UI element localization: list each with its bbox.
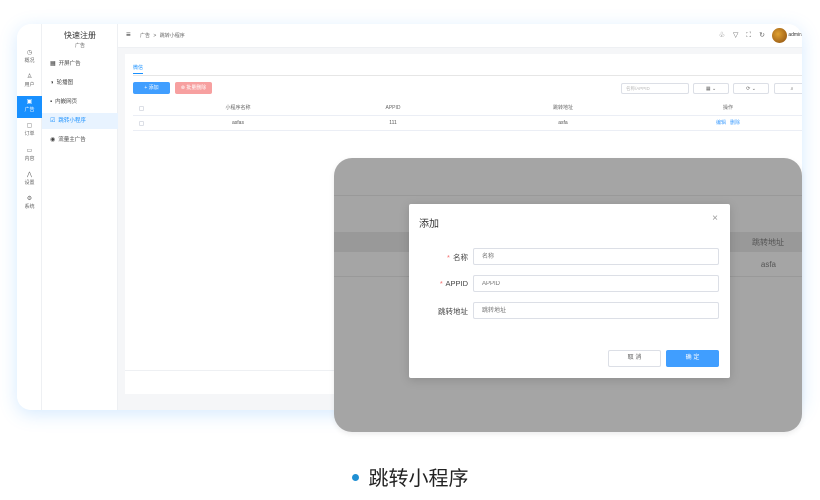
form-row-appid: * APPID [409, 275, 730, 293]
close-icon[interactable]: × [712, 213, 718, 224]
rail-item-orders[interactable]: ▢ 订单 [17, 123, 42, 141]
subnav-label: 开屏广告 [58, 61, 81, 67]
name-input[interactable] [473, 248, 719, 265]
gear-icon: ⚙ [26, 196, 33, 202]
rail-label: 用户 [24, 82, 35, 88]
rail-item-content[interactable]: ▭ 内容 [17, 148, 42, 166]
rail-label: 内容 [24, 156, 35, 162]
webpage-icon: ▪ [50, 99, 53, 105]
column-header: 操作 [722, 105, 733, 111]
tab-bar: 微信 [133, 64, 802, 76]
field-label: 跳转地址 [438, 306, 468, 317]
rail-label: 系统 [24, 204, 35, 210]
subnav-item-mini-program[interactable]: ☑ 跳转小程序 [42, 113, 118, 129]
breadcrumb-separator: > [153, 33, 157, 39]
rail-item-ads[interactable]: ▣ 广告 [17, 96, 42, 118]
menu-icon[interactable]: ≡ [126, 30, 131, 39]
target-icon: ◉ [50, 137, 56, 143]
toolbar-icons[interactable]: ♧ ▽ ⛶ ↻ [719, 31, 768, 40]
required-mark: * [439, 279, 443, 288]
delete-link[interactable]: 删除 [730, 120, 740, 126]
row-actions: 编辑 删除 [698, 116, 758, 131]
appid-input[interactable] [473, 275, 719, 292]
subnav-item-splash-ad[interactable]: ▦ 开屏广告 [42, 56, 118, 72]
cell-url: asfa [558, 120, 568, 126]
field-label-text: 跳转地址 [438, 307, 468, 316]
field-label-text: 名称 [453, 253, 468, 262]
breadcrumb-item[interactable]: 广告 [140, 33, 150, 39]
search-button[interactable]: ⌕ [774, 83, 802, 94]
column-header: APPID [385, 105, 401, 111]
add-button[interactable]: + 添加 [133, 82, 170, 94]
data-table: 小程序名称 APPID 跳转地址 操作 asfas 111 asfa 编辑 删除 [133, 101, 802, 131]
column-header: 小程序名称 [225, 105, 251, 111]
columns-button[interactable]: ▦ ⌄ [693, 83, 729, 94]
breadcrumb-item: 跳转小程序 [159, 33, 185, 39]
ghost-column-header: 跳转地址 [752, 238, 784, 247]
dialog-title: 添加 [419, 219, 439, 230]
field-label-text: APPID [445, 279, 468, 288]
tab-wechat[interactable]: 微信 [133, 64, 144, 74]
ghost-cell: asfa [760, 260, 776, 269]
form-row-name: * 名称 [409, 248, 730, 266]
rail-label: 设置 [24, 180, 35, 186]
subnav-item-traffic-ad[interactable]: ◉ 流量主广告 [42, 132, 118, 148]
section-title: 广告 [74, 43, 85, 49]
field-label: * APPID [440, 279, 468, 288]
ad-icon: ▣ [26, 99, 33, 105]
stage: ◷ 概况 ♙ 用户 ▣ 广告 ▢ 订单 ▭ 内容 ⋀ 设置 ⚙ 系统 快速注册 广告 ▦ 开屏广… [0, 0, 820, 500]
confirm-button[interactable]: 确 定 [666, 350, 719, 367]
url-input[interactable] [473, 302, 719, 319]
avatar[interactable] [772, 28, 787, 43]
carousel-icon: ◑ [50, 80, 54, 86]
modal-overlay: 跳转地址 asfa 添加 × * 名称 * APPID 跳转地址 取 消 确 定 [334, 158, 802, 432]
top-bar: ≡ 广告 > 跳转小程序 ♧ ▽ ⛶ ↻ admin [118, 24, 802, 48]
cell-appid: 111 [389, 120, 397, 126]
content-icon: ▭ [26, 148, 33, 154]
edit-link[interactable]: 编辑 [716, 120, 726, 126]
rail-label: 概况 [24, 58, 35, 64]
form-row-url: 跳转地址 [409, 302, 730, 320]
link-icon: ☑ [50, 118, 56, 124]
sub-navigation: 快速注册 广告 ▦ 开屏广告 ◑ 轮播图 ▪ 内嵌网页 ☑ 跳转小程序 ◉ 流量主广告 [42, 24, 118, 410]
subnav-label: 流量主广告 [58, 137, 86, 143]
rail-label: 广告 [24, 107, 35, 113]
username[interactable]: admin [788, 32, 802, 38]
subnav-label: 跳转小程序 [58, 118, 86, 124]
rail-item-system[interactable]: ⚙ 系统 [17, 196, 42, 214]
rail-item-settings[interactable]: ⋀ 设置 [17, 172, 42, 190]
cancel-button[interactable]: 取 消 [608, 350, 661, 367]
refresh-button[interactable]: ⟳ ⌄ [733, 83, 769, 94]
subnav-item-carousel[interactable]: ◑ 轮播图 [42, 75, 118, 91]
table-header: 小程序名称 APPID 跳转地址 操作 [133, 101, 802, 116]
divider [334, 195, 802, 196]
bullet-dot-icon [351, 474, 359, 482]
order-icon: ▢ [26, 123, 33, 129]
add-dialog: 添加 × * 名称 * APPID 跳转地址 取 消 确 定 [409, 204, 730, 378]
batch-delete-button[interactable]: ⊗ 批量删除 [175, 82, 212, 94]
brand-title: 快速注册 [64, 31, 96, 40]
rail-label: 订单 [24, 131, 35, 137]
breadcrumb: 广告 > 跳转小程序 [140, 32, 187, 39]
required-mark: * [446, 253, 450, 262]
subnav-item-webview[interactable]: ▪ 内嵌网页 [42, 94, 118, 110]
feature-caption: 跳转小程序 [0, 462, 820, 491]
settings-icon: ⋀ [27, 172, 32, 178]
rail-item-users[interactable]: ♙ 用户 [17, 74, 42, 92]
column-header: 跳转地址 [552, 105, 573, 111]
select-all-checkbox[interactable] [139, 106, 144, 111]
icon-rail: ◷ 概况 ♙ 用户 ▣ 广告 ▢ 订单 ▭ 内容 ⋀ 设置 ⚙ 系统 [17, 24, 42, 410]
user-icon: ♙ [26, 74, 33, 80]
clock-icon: ◷ [26, 50, 33, 56]
table-row: asfas 111 asfa 编辑 删除 [133, 116, 802, 131]
field-label: * 名称 [447, 252, 468, 263]
subnav-label: 轮播图 [56, 80, 74, 86]
cell-name: asfas [232, 120, 244, 126]
subnav-label: 内嵌网页 [55, 99, 78, 105]
rail-item-overview[interactable]: ◷ 概况 [17, 50, 42, 68]
row-checkbox[interactable] [139, 121, 144, 126]
search-input[interactable]: 名称/APPID [621, 83, 689, 94]
caption-text: 跳转小程序 [368, 468, 469, 490]
grid-icon: ▦ [50, 61, 56, 67]
